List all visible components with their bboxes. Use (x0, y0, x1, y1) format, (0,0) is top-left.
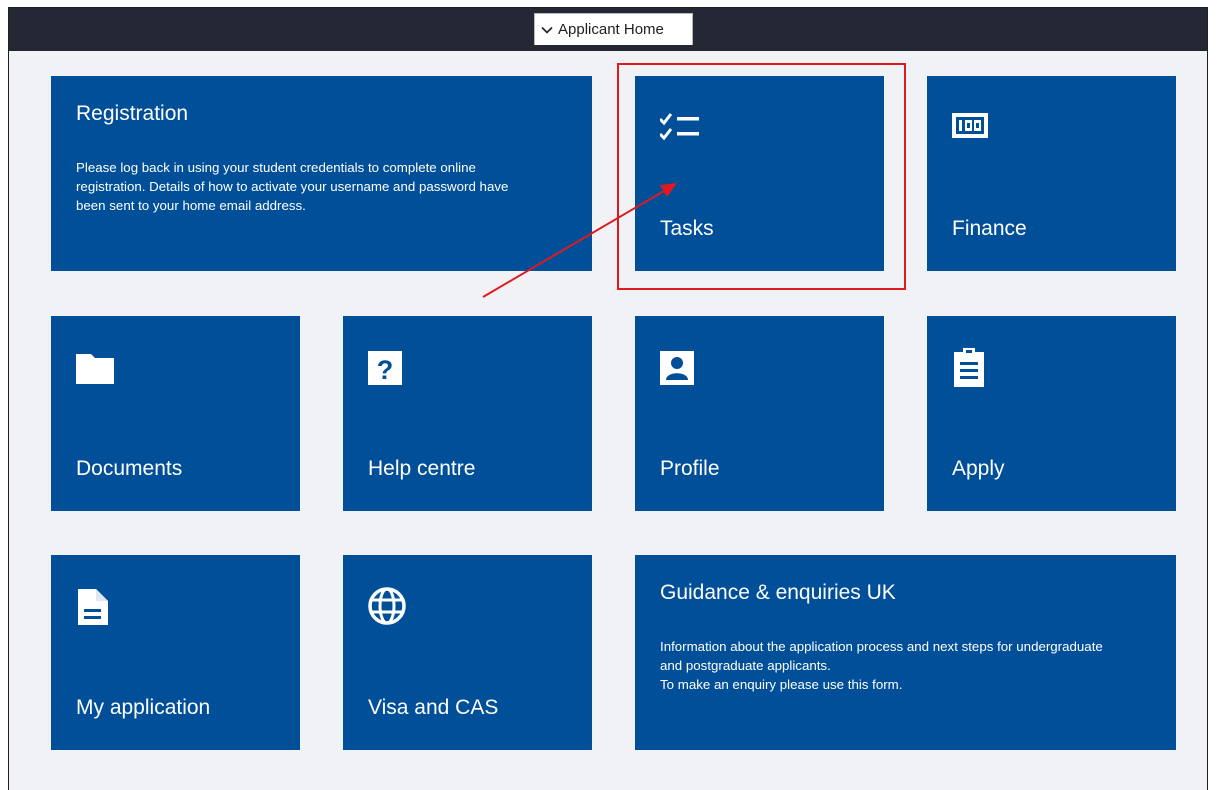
guidance-tile[interactable]: Guidance & enquiries UK Information abou… (635, 555, 1176, 750)
guidance-description: Information about the application proces… (660, 637, 1125, 694)
checklist-icon (660, 113, 699, 141)
finance-icon (952, 113, 988, 138)
registration-text-line: been sent to your home email address. (76, 198, 306, 213)
registration-text-line: registration. Details of how to activate… (76, 179, 509, 194)
profile-label: Profile (660, 457, 720, 480)
guidance-text-line: To make an enquiry please use this form. (660, 677, 903, 692)
person-icon (660, 351, 694, 385)
help-centre-label: Help centre (368, 457, 476, 480)
apply-tile[interactable]: Apply (927, 316, 1176, 511)
visa-label: Visa and CAS (368, 696, 499, 719)
tasks-tile[interactable]: Tasks (635, 76, 884, 271)
globe-icon (368, 587, 406, 625)
guidance-text-line: Information about the application proces… (660, 639, 1103, 654)
apply-label: Apply (952, 457, 1005, 480)
applicant-home-label: Applicant Home (558, 21, 664, 38)
top-bar: Applicant Home (9, 8, 1207, 51)
folder-icon (76, 354, 114, 384)
tasks-label: Tasks (660, 217, 714, 240)
chevron-down-icon (541, 26, 553, 34)
help-centre-tile[interactable]: ? Help centre (343, 316, 592, 511)
applicant-home-page: Applicant Home Registration Please log b… (8, 7, 1208, 790)
guidance-title: Guidance & enquiries UK (660, 581, 896, 604)
svg-text:?: ? (377, 355, 394, 385)
my-application-tile[interactable]: My application (51, 555, 300, 750)
profile-tile[interactable]: Profile (635, 316, 884, 511)
documents-label: Documents (76, 457, 183, 480)
registration-tile[interactable]: Registration Please log back in using yo… (51, 76, 592, 271)
visa-tile[interactable]: Visa and CAS (343, 555, 592, 750)
clipboard-icon (954, 348, 984, 387)
guidance-text-line: and postgraduate applicants. (660, 658, 831, 673)
document-icon (78, 589, 108, 625)
registration-title: Registration (76, 102, 189, 125)
registration-text-line: Please log back in using your student cr… (76, 160, 476, 175)
documents-tile[interactable]: Documents (51, 316, 300, 511)
finance-label: Finance (952, 217, 1027, 240)
question-icon: ? (368, 351, 402, 385)
registration-description: Please log back in using your student cr… (76, 158, 530, 215)
my-application-label: My application (76, 696, 211, 719)
finance-tile[interactable]: Finance (927, 76, 1176, 271)
applicant-home-button[interactable]: Applicant Home (534, 13, 693, 45)
